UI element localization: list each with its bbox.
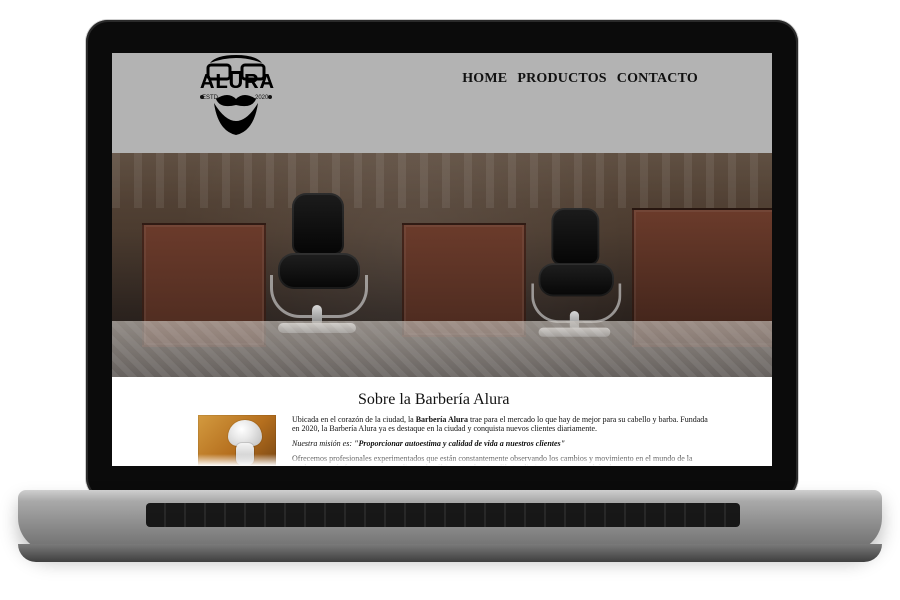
nav-contacto[interactable]: CONTACTO bbox=[617, 71, 698, 87]
chair-back bbox=[551, 208, 600, 266]
about-paragraph-1-bold: Barbería Alura bbox=[415, 415, 468, 424]
mission-prefix: Nuestra misión es: bbox=[292, 439, 354, 448]
barber-chair-left bbox=[260, 193, 370, 333]
about-text: Ubicada en el corazón de la ciudad, la B… bbox=[292, 415, 712, 466]
brand-logo[interactable]: ALURA ESTD 2020 bbox=[192, 53, 280, 135]
barber-chair-right bbox=[522, 208, 623, 337]
brand-year: 2020 bbox=[255, 95, 269, 101]
laptop-screen: ALURA ESTD 2020 HOME PRODUCTOS CONTACTO bbox=[112, 53, 772, 466]
site-header: ALURA ESTD 2020 HOME PRODUCTOS CONTACTO bbox=[112, 53, 772, 153]
brand-title: ALURA bbox=[200, 71, 275, 93]
brush-handle bbox=[236, 443, 254, 465]
mission-quote: "Proporcionar autoestima y calidad de vi… bbox=[354, 439, 566, 448]
shaving-brush-image bbox=[198, 415, 276, 466]
about-paragraph-1: Ubicada en el corazón de la ciudad, la B… bbox=[292, 415, 712, 433]
chair-back bbox=[292, 193, 344, 255]
checkered-floor bbox=[112, 321, 772, 377]
about-paragraph-2: Ofrecemos profesionales experimentados q… bbox=[292, 454, 693, 466]
hero-image bbox=[112, 153, 772, 377]
laptop-keyboard bbox=[146, 503, 740, 527]
laptop-base-lip bbox=[18, 544, 882, 562]
barber-logo-icon bbox=[200, 55, 272, 135]
about-title: Sobre la Barbería Alura bbox=[358, 391, 510, 408]
laptop-mockup: ALURA ESTD 2020 HOME PRODUCTOS CONTACTO bbox=[0, 0, 900, 600]
mission-statement: Nuestra misión es: "Proporcionar autoest… bbox=[292, 439, 712, 448]
about-paragraph-1-prefix: Ubicada en el corazón de la ciudad, la bbox=[292, 415, 416, 424]
nav-productos[interactable]: PRODUCTOS bbox=[517, 71, 606, 87]
cabinet-middle bbox=[402, 223, 526, 337]
main-nav: HOME PRODUCTOS CONTACTO bbox=[462, 71, 698, 87]
about-section: Sobre la Barbería Alura Ubicada en el co… bbox=[112, 377, 772, 466]
brand-estd: ESTD bbox=[202, 95, 219, 101]
nav-home[interactable]: HOME bbox=[462, 71, 507, 87]
